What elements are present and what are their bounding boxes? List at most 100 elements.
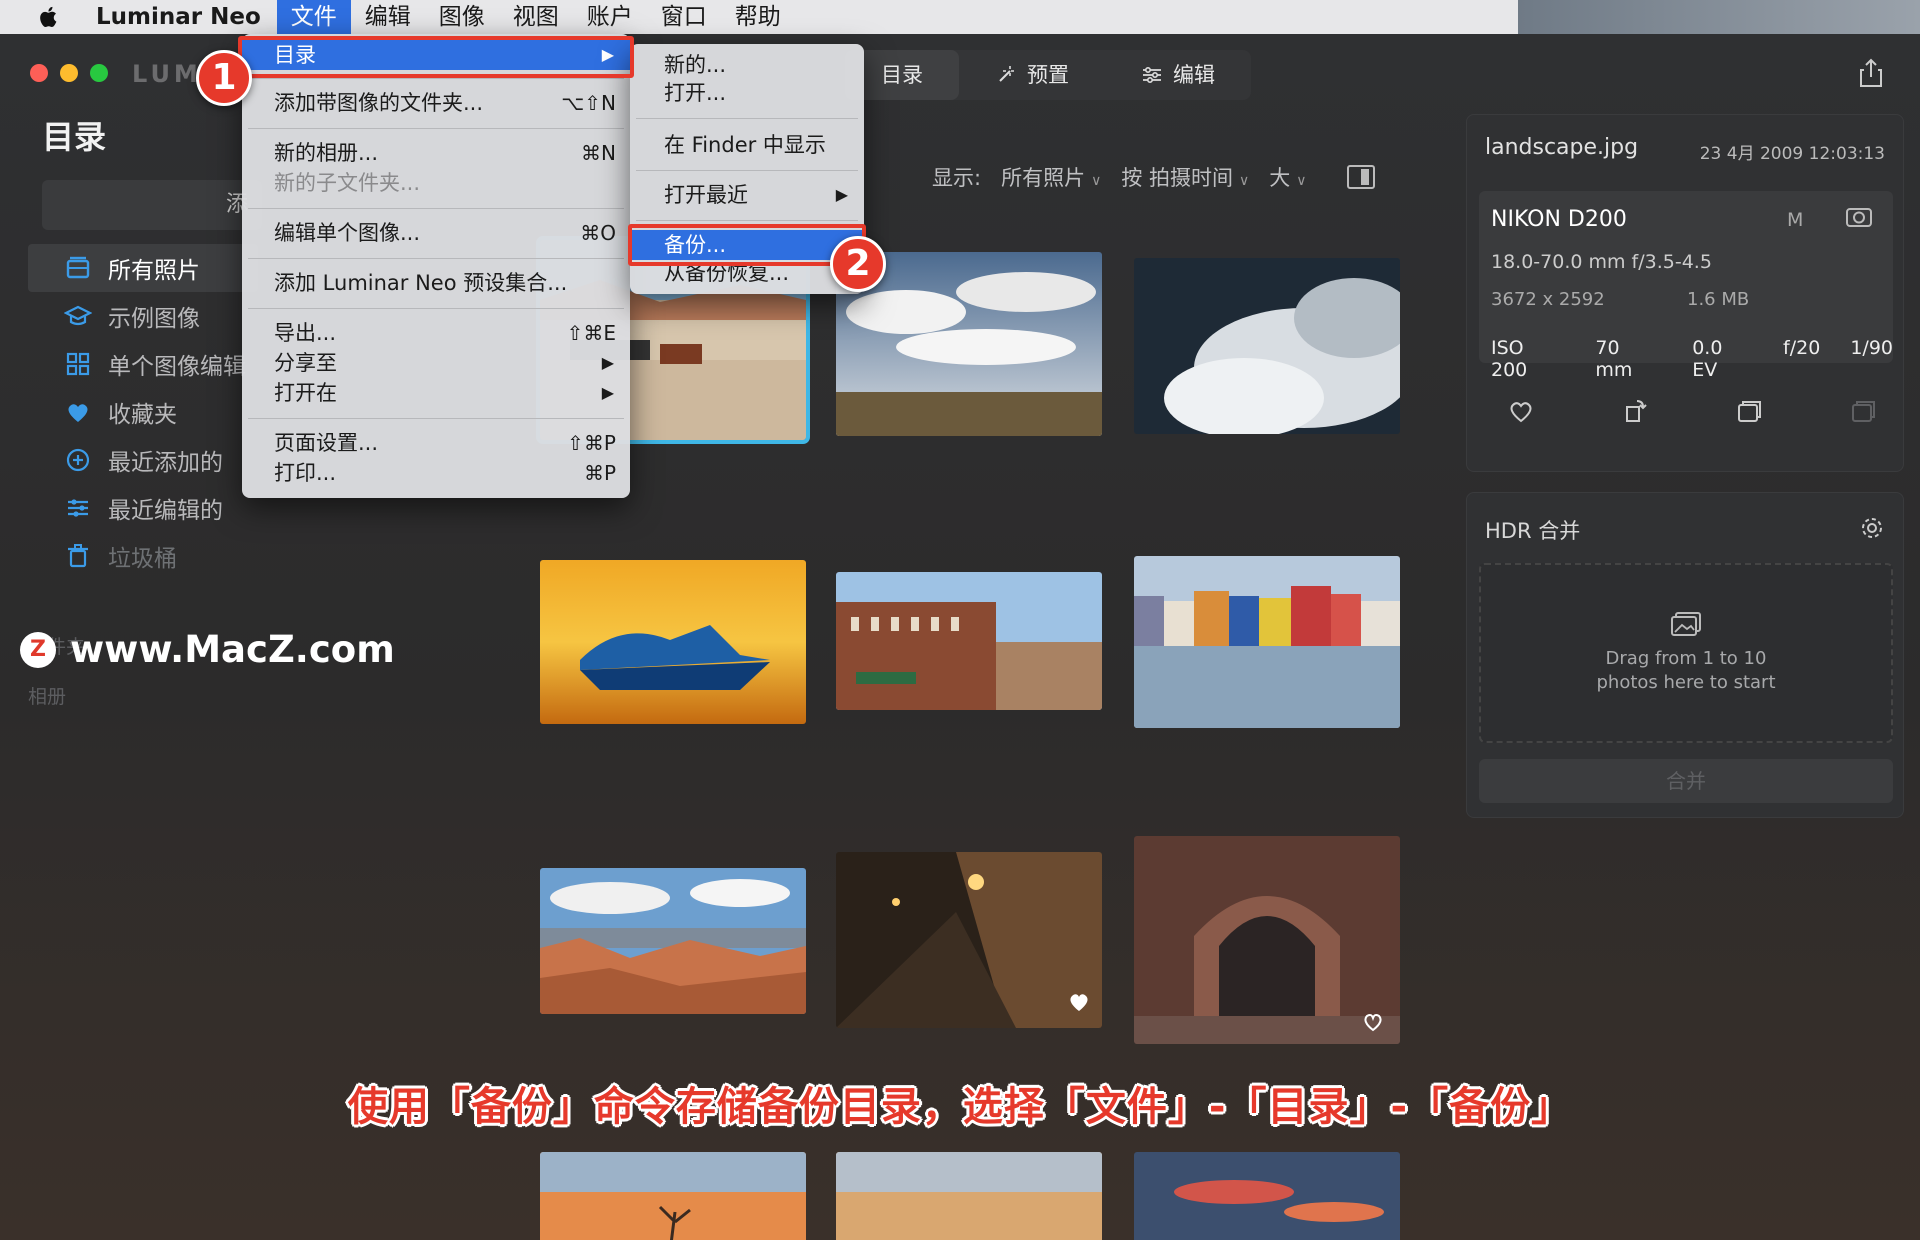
tab-presets[interactable]: 预置 [959, 50, 1105, 100]
size-dropdown[interactable]: 大 ∨ [1269, 162, 1306, 192]
photo-thumbnail[interactable] [836, 1152, 1102, 1240]
sort-dropdown[interactable]: 按 拍摄时间 ∨ [1121, 162, 1249, 192]
menu-item-export[interactable]: 导出... ⇧⌘E [242, 318, 630, 348]
tab-edit[interactable]: 编辑 [1105, 50, 1251, 100]
sidebar-item-label: 示例图像 [108, 306, 200, 332]
night-alley-photo [836, 852, 1102, 1028]
photo-thumbnail[interactable] [540, 1152, 806, 1240]
rotate-icon[interactable] [1621, 397, 1649, 425]
menu-item-add-folder[interactable]: 添加带图像的文件夹... ⌥⇧N [242, 88, 630, 118]
hdr-drop-zone[interactable]: Drag from 1 to 10 photos here to start [1479, 563, 1893, 743]
photo-thumbnail[interactable] [1134, 1152, 1400, 1240]
menu-item-new-album[interactable]: 新的相册... ⌘N [242, 138, 630, 168]
menu-file[interactable]: 文件 [276, 0, 351, 34]
window-controls [30, 64, 108, 82]
photo-thumbnail[interactable] [836, 852, 1102, 1028]
sidebar-item-label: 垃圾桶 [108, 546, 177, 572]
photo-thumbnail[interactable] [1134, 836, 1400, 1044]
menu-item-add-preset[interactable]: 添加 Luminar Neo 预设集合... [242, 268, 630, 298]
photo-thumbnail[interactable] [1134, 258, 1400, 434]
sidebar-item-recently-added[interactable]: 最近添加的 [28, 436, 258, 484]
brick-buildings-photo [836, 572, 1102, 710]
photo-thumbnail[interactable] [1134, 556, 1400, 728]
menu-item-new-catalog[interactable]: 新的... [630, 50, 864, 80]
menu-item-edit-single[interactable]: 编辑单个图像... ⌘O [242, 218, 630, 248]
size-value: 大 [1269, 166, 1291, 190]
add-photos-button[interactable]: 添 [42, 180, 262, 230]
sidebar-item-label: 收藏夹 [108, 402, 177, 428]
sidebar-item-trash[interactable]: 垃圾桶 [28, 532, 258, 580]
hazy-sunrise-photo [836, 1152, 1102, 1240]
drop-text-line1: Drag from 1 to 10 [1605, 648, 1767, 669]
menu-item-label: 页面设置... [274, 431, 379, 455]
show-dropdown[interactable]: 所有照片 ∨ [1001, 162, 1101, 192]
capture-date: 23 4月 2009 12:03:13 [1699, 144, 1885, 164]
photo-thumbnail[interactable] [540, 560, 806, 724]
menu-separator [248, 128, 624, 129]
stack-icon[interactable] [1849, 397, 1877, 425]
menu-edit[interactable]: 编辑 [351, 0, 425, 34]
watermark: Z www.MacZ.com [20, 628, 395, 671]
panel-toggle-icon[interactable] [1346, 165, 1375, 189]
menu-item-open-catalog[interactable]: 打开... [630, 78, 864, 108]
menu-shortcut: ⌘P [583, 461, 616, 485]
menu-item-page-setup[interactable]: 页面设置... ⇧⌘P [242, 428, 630, 458]
close-window-button[interactable] [30, 64, 48, 82]
heart-outline-icon[interactable] [1507, 397, 1535, 425]
camera-icon [1846, 208, 1872, 227]
menu-item-open-recent[interactable]: 打开最近 ▶ [630, 180, 864, 210]
chevron-down-icon: ∨ [1296, 173, 1307, 189]
menu-item-label: 添加带图像的文件夹... [274, 91, 484, 115]
menu-shortcut: ⌘N [581, 141, 616, 165]
menu-separator [248, 308, 624, 309]
submenu-arrow-icon: ▶ [835, 185, 848, 204]
section-albums[interactable]: 相册 [28, 682, 66, 709]
menu-item-label: 打开... [664, 81, 727, 105]
sidebar-item-recently-edited[interactable]: 最近编辑的 [28, 484, 258, 532]
sidebar-item-label: 最近添加的 [108, 450, 223, 476]
exposure-mode: M [1787, 209, 1804, 231]
compare-icon[interactable] [1735, 397, 1763, 425]
menu-separator [248, 258, 624, 259]
menu-item-share[interactable]: 分享至 ▶ [242, 348, 630, 378]
sidebar-item-sample-images[interactable]: 示例图像 [28, 292, 258, 340]
menu-item-open-in[interactable]: 打开在 ▶ [242, 378, 630, 408]
menu-shortcut: ⇧⌘P [567, 431, 616, 455]
photo-thumbnail[interactable] [836, 572, 1102, 710]
colorful-houses-photo [1134, 556, 1400, 728]
sidebar-item-label: 单个图像编辑 [108, 354, 246, 380]
sidebar-item-all-photos[interactable]: 所有照片 [28, 244, 258, 292]
menu-image[interactable]: 图像 [425, 0, 499, 34]
gear-icon[interactable] [1859, 515, 1885, 541]
menu-bar: Luminar Neo 文件 编辑 图像 视图 账户 窗口 帮助 [0, 0, 1518, 34]
menu-help[interactable]: 帮助 [721, 0, 795, 34]
minimize-window-button[interactable] [60, 64, 78, 82]
menu-item-label: 新的子文件夹... [274, 171, 421, 195]
iceberg-sunset-photo [540, 560, 806, 724]
sidebar-nav: 所有照片 示例图像 单个图像编辑 收藏夹 最近添加的 最近编辑的 垃圾桶 [28, 244, 258, 580]
menu-account[interactable]: 账户 [573, 0, 647, 34]
sidebar-item-favorites[interactable]: 收藏夹 [28, 388, 258, 436]
watermark-logo: Z [20, 631, 56, 668]
apple-icon[interactable] [36, 4, 62, 30]
camera-model: NIKON D200 [1491, 207, 1627, 232]
step-badge-2: 2 [830, 236, 886, 292]
favorite-heart-icon[interactable] [1068, 992, 1090, 1012]
menu-view[interactable]: 视图 [499, 0, 573, 34]
menu-separator [248, 78, 624, 79]
share-icon[interactable] [1858, 58, 1884, 88]
sidebar-item-single-edits[interactable]: 单个图像编辑 [28, 340, 258, 388]
photo-thumbnail[interactable] [540, 868, 806, 1014]
hdr-title: HDR 合并 [1485, 519, 1581, 543]
tutorial-caption: 使用「备份」命令存储备份目录，选择「文件」-「目录」-「备份」 [347, 1084, 1573, 1130]
shutter-value: 1/90 [1850, 337, 1893, 359]
menu-item-print[interactable]: 打印... ⌘P [242, 458, 630, 488]
favorite-heart-icon[interactable] [1362, 1012, 1384, 1032]
menu-item-new-subfolder: 新的子文件夹... [242, 168, 630, 198]
menu-item-show-in-finder[interactable]: 在 Finder 中显示 [630, 130, 864, 160]
merge-button[interactable]: 合并 [1479, 759, 1893, 803]
zoom-window-button[interactable] [90, 64, 108, 82]
tab-edit-label: 编辑 [1173, 63, 1215, 87]
app-name-menu[interactable]: Luminar Neo [96, 4, 261, 30]
menu-window[interactable]: 窗口 [647, 0, 721, 34]
